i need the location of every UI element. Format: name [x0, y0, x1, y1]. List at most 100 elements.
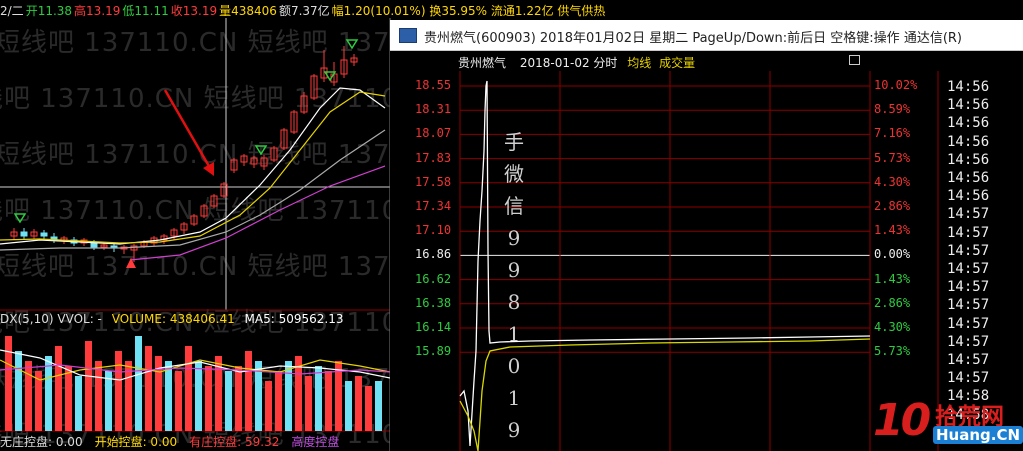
volume-value: VOLUME: 438406.41 [111, 312, 235, 326]
tick-time: 14:56 [947, 97, 990, 114]
tick-time: 14:57 [947, 206, 990, 223]
annotation-arrow [163, 89, 212, 169]
tick-time: 14:56 [947, 79, 990, 95]
screen: 2/二 开11.38 高13.19 低11.11 收13.19 量438406 额7.37亿… [0, 0, 1023, 451]
price-tick: 17.83 [415, 150, 452, 165]
tick-time: 14:57 [947, 297, 990, 314]
watermark-vertical-text: 手微信 9 9 8 1 0 1 9 [494, 126, 534, 446]
volume-bar [165, 361, 172, 431]
percent-tick: 10.02% [874, 78, 918, 92]
tick-time: 14:57 [947, 242, 990, 259]
volume-bar [55, 346, 62, 431]
restore-icon[interactable] [849, 55, 860, 65]
site-logo: 10 拾荒网 Huang.CN [873, 393, 1023, 451]
kline-chart[interactable] [0, 0, 392, 451]
volume-bar [105, 371, 112, 431]
logo-domain-tld: .CN [990, 426, 1021, 444]
avg-line-label: 均线 [627, 56, 652, 70]
vertical-char: 0 [507, 354, 521, 378]
price-tick: 17.10 [415, 223, 452, 238]
percent-tick: 7.16% [874, 126, 911, 141]
down-signal-icon [13, 213, 27, 224]
price-tick: 18.07 [415, 126, 452, 141]
vertical-char: 9 [507, 258, 521, 282]
candle-body [90, 242, 98, 248]
volume-label: 成交量 [659, 56, 696, 70]
volume-bar [235, 366, 242, 431]
percent-tick: 8.59% [874, 102, 911, 117]
vertical-char: 微 [504, 162, 524, 186]
ma-line-mid [0, 91, 386, 244]
vertical-char: 9 [507, 226, 521, 250]
vertical-char: 9 [507, 418, 521, 442]
volume-bar [145, 346, 152, 431]
down-signal-icon [254, 145, 268, 156]
control-indicator: 高度控盘 [291, 435, 340, 449]
volume-bar [65, 366, 72, 431]
price-tick: 18.31 [415, 102, 452, 117]
kline-stats-bar: 2/二 开11.38 高13.19 低11.11 收13.19 量438406 额7.37亿… [0, 2, 607, 19]
stock-name: 贵州燃气 [458, 56, 507, 70]
volume-bar [15, 351, 22, 431]
volume-bar [265, 381, 272, 431]
control-indicator: 开始控盘: 0.00 [94, 435, 178, 449]
volume-bar [275, 371, 282, 431]
tick-time: 14:57 [947, 279, 990, 296]
percent-tick: 1.43% [874, 271, 911, 286]
volume-bar [155, 356, 162, 431]
percent-tick: 1.43% [874, 223, 911, 238]
volume-bar [185, 346, 192, 431]
volume-bar [355, 376, 362, 431]
control-indicator: 有庄控盘: 59.32 [189, 435, 280, 449]
intraday-window[interactable]: 贵州燃气(600903) 2018年01月02日 星期二 PageUp/Down… [390, 20, 1023, 451]
volume-bar [205, 366, 212, 431]
volume-bar [95, 361, 102, 431]
logo-domain-name: Huang [936, 426, 991, 444]
volume-bar [345, 381, 352, 431]
tick-time: 14:56 [947, 170, 990, 186]
chart-date: 2018-01-02 分时 [519, 56, 618, 70]
tick-time: 14:57 [947, 333, 990, 350]
price-tick: 16.62 [415, 271, 452, 286]
daily-kline-panel[interactable]: 2/二 开11.38 高13.19 低11.11 收13.19 量438406 额7.37亿… [0, 0, 605, 451]
volume-bar [375, 381, 382, 431]
volume-bar [25, 361, 32, 431]
percent-tick: 4.30% [874, 320, 911, 334]
intraday-subheader: 贵州燃气 2018-01-02 分时 均线 成交量 [458, 54, 695, 71]
price-tick: 17.34 [415, 199, 452, 213]
ma-line-long [0, 129, 386, 251]
intraday-plot[interactable] [390, 51, 1023, 451]
price-tick: 16.86 [415, 247, 452, 262]
volume-bar [45, 356, 52, 431]
window-titlebar[interactable]: 贵州燃气(600903) 2018年01月02日 星期二 PageUp/Down… [390, 20, 1023, 51]
tick-time: 14:57 [947, 352, 990, 368]
price-tick: 16.38 [415, 295, 452, 310]
volume-bar [115, 351, 122, 431]
app-icon [399, 28, 417, 43]
tick-time: 14:57 [947, 315, 990, 332]
stat-overflow: 幅1.20(10.01%) 换35.95% 流通1.22亿 供气供热 [331, 4, 606, 18]
percent-tick: 2.86% [874, 199, 911, 213]
candle-body [40, 232, 48, 237]
stat-item: 高13.19 [74, 4, 121, 18]
price-tick: 18.55 [415, 78, 452, 92]
tick-time: 14:56 [947, 133, 990, 150]
vertical-char: 信 [504, 194, 524, 218]
vertical-char: 1 [507, 322, 521, 346]
ma-line-short [0, 87, 386, 245]
percent-tick: 5.73% [874, 150, 911, 165]
volume-bar [245, 351, 252, 431]
volume-bar [5, 336, 12, 431]
window-title: 贵州燃气(600903) 2018年01月02日 星期二 PageUp/Down… [424, 31, 962, 46]
percent-tick: 4.30% [874, 174, 911, 189]
intraday-chart[interactable]: 贵州燃气 2018-01-02 分时 均线 成交量 18.55 18.31 18.0… [390, 51, 1023, 451]
tick-time-list[interactable]: 14:56 14:56 14:56 14:56 14:56 14:56 14:56 14:57… [939, 51, 1023, 451]
volume-bar [325, 371, 332, 431]
volume-indicator-name: DX(5,10) VVOL: - [0, 312, 102, 326]
volume-bar [135, 336, 142, 431]
volume-bar [315, 366, 322, 431]
logo-number: 10 [873, 395, 931, 446]
tick-time: 14:56 [947, 115, 990, 132]
volume-bar [225, 371, 232, 431]
stat-item: 2/二 [0, 4, 24, 18]
